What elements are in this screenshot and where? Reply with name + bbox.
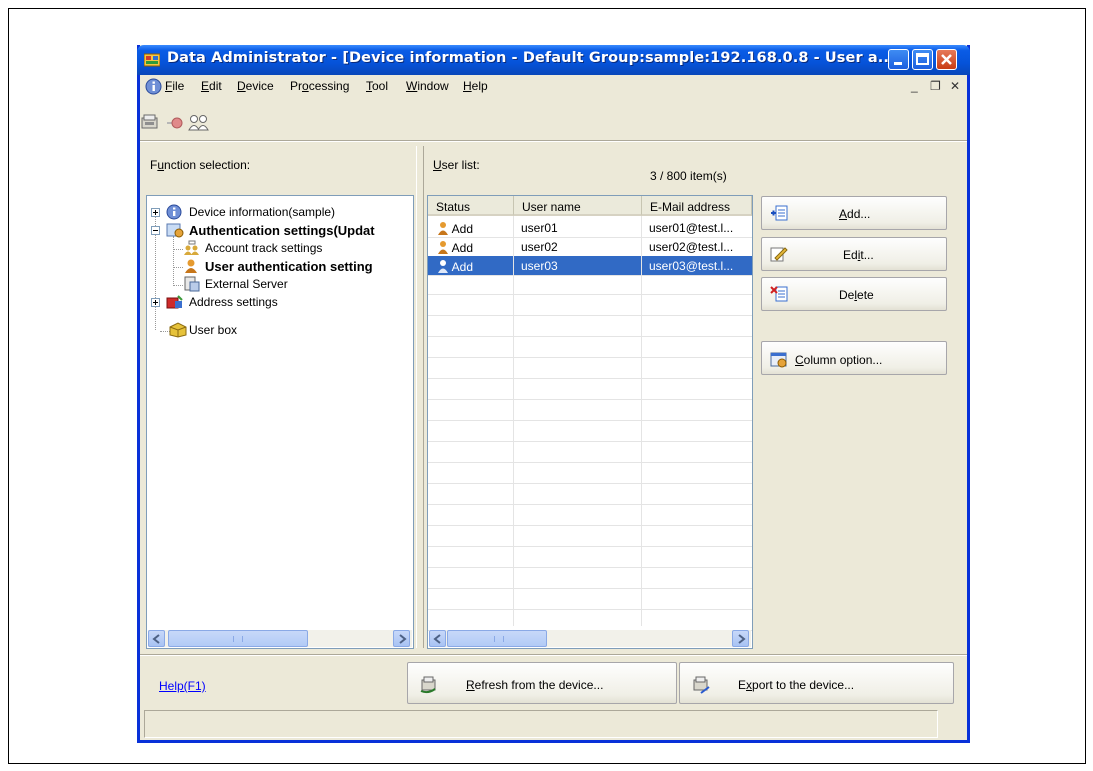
- tree-item-device-information[interactable]: Device information(sample): [151, 204, 411, 220]
- mdi-minimize-button[interactable]: _: [911, 79, 918, 93]
- collapse-icon[interactable]: [151, 226, 160, 235]
- export-to-device-button[interactable]: Export to the device...: [679, 662, 954, 704]
- export-icon: [691, 676, 711, 697]
- menu-device[interactable]: Device: [237, 79, 274, 93]
- user-icon: [438, 241, 448, 254]
- status-bar: [144, 710, 938, 738]
- scroll-left-arrow-icon[interactable]: [429, 630, 446, 647]
- tree-item-label: External Server: [205, 277, 288, 291]
- menu-tool[interactable]: Tool: [366, 79, 388, 93]
- user-row-selected[interactable]: Add user03 user03@test.l...: [428, 256, 752, 276]
- help-link[interactable]: Help(F1): [159, 679, 206, 693]
- tree-item-authentication-settings[interactable]: Authentication settings(Updat: [151, 222, 413, 238]
- scroll-thumb[interactable]: [168, 630, 308, 647]
- user-row[interactable]: Add user02 user02@test.l...: [428, 237, 752, 257]
- menu-processing[interactable]: Processing: [290, 79, 349, 93]
- menu-bar: File Edit Device Processing Tool Window …: [140, 75, 967, 97]
- email-cell: user02@test.l...: [649, 240, 734, 254]
- user-name-cell: user03: [514, 256, 641, 275]
- tree-item-account-track[interactable]: Account track settings: [183, 240, 413, 256]
- status-cell: Add: [428, 256, 513, 275]
- column-option-icon: [770, 352, 788, 371]
- address-icon: [166, 294, 184, 313]
- scroll-thumb[interactable]: [447, 630, 547, 647]
- menu-help[interactable]: Help: [463, 79, 488, 93]
- add-button[interactable]: Add...: [761, 196, 947, 230]
- user-icon: [183, 258, 199, 274]
- tree-item-label: User box: [189, 323, 238, 337]
- server-icon: [183, 276, 201, 295]
- function-tree[interactable]: Device information(sample) Authenticatio…: [146, 195, 414, 649]
- item-count-label: 3 / 800 item(s): [650, 169, 727, 183]
- expand-icon[interactable]: [151, 298, 160, 307]
- tree-item-address-settings[interactable]: Address settings: [151, 294, 411, 310]
- list-horizontal-scrollbar[interactable]: [429, 630, 751, 647]
- menu-file[interactable]: File: [165, 79, 184, 93]
- refresh-icon: [419, 676, 439, 697]
- close-button[interactable]: [936, 49, 957, 70]
- email-cell: user01@test.l...: [649, 221, 734, 235]
- user-icon: [438, 222, 448, 235]
- bottom-separator: [140, 654, 967, 656]
- function-selection-label: Function selection:: [150, 158, 251, 172]
- scroll-left-arrow-icon[interactable]: [148, 630, 165, 647]
- column-option-button[interactable]: Column option...: [761, 341, 947, 375]
- pane-splitter[interactable]: [416, 146, 424, 648]
- edit-icon: [770, 246, 788, 265]
- device-icon[interactable]: [140, 114, 160, 135]
- tree-item-user-authentication[interactable]: User authentication setting: [183, 258, 413, 274]
- menu-window[interactable]: Window: [406, 79, 449, 93]
- user-list-label: User list:: [433, 158, 480, 172]
- column-header-email[interactable]: E-Mail address: [642, 196, 752, 216]
- delete-button[interactable]: Delete: [761, 277, 947, 311]
- info-icon: [166, 204, 182, 223]
- tree-item-label: Account track settings: [205, 241, 323, 255]
- expand-icon[interactable]: [151, 208, 160, 217]
- toolbar: [140, 112, 967, 136]
- tree-item-external-server[interactable]: External Server: [183, 276, 413, 292]
- scroll-right-arrow-icon[interactable]: [732, 630, 749, 647]
- user-icon: [438, 260, 448, 273]
- tree-horizontal-scrollbar[interactable]: [148, 630, 412, 647]
- user-name-cell: user01: [521, 221, 558, 235]
- box-icon: [169, 322, 187, 341]
- toolbar-separator: [140, 140, 967, 142]
- connect-icon[interactable]: [165, 114, 185, 135]
- status-cell: Add: [429, 237, 513, 256]
- user-list-view[interactable]: Status User name E-Mail address Add user…: [427, 195, 753, 649]
- menu-edit[interactable]: Edit: [201, 79, 222, 93]
- account-track-icon: [183, 240, 201, 259]
- minimize-button[interactable]: [888, 49, 909, 70]
- add-icon: [770, 205, 788, 224]
- document-info-icon[interactable]: [145, 78, 162, 98]
- column-header-user-name[interactable]: User name: [514, 196, 642, 216]
- maximize-button[interactable]: [912, 49, 933, 70]
- mdi-restore-button[interactable]: ❐: [930, 79, 941, 93]
- tree-item-label: Authentication settings(Updat: [189, 223, 375, 238]
- mdi-close-button[interactable]: ✕: [950, 79, 960, 93]
- window-title: Data Administrator - [Device information…: [167, 50, 895, 66]
- tree-item-label: Device information(sample): [189, 205, 336, 219]
- delete-icon: [770, 286, 788, 305]
- edit-button[interactable]: Edit...: [761, 237, 947, 271]
- refresh-from-device-button[interactable]: Refresh from the device...: [407, 662, 677, 704]
- column-header-status[interactable]: Status: [428, 196, 514, 216]
- tree-item-label: Address settings: [189, 295, 278, 309]
- user-row[interactable]: Add user01 user01@test.l...: [428, 218, 752, 238]
- scroll-right-arrow-icon[interactable]: [393, 630, 410, 647]
- user-name-cell: user02: [521, 240, 558, 254]
- title-bar[interactable]: Data Administrator - [Device information…: [137, 45, 970, 75]
- users-icon[interactable]: [187, 114, 211, 135]
- auth-settings-icon: [166, 222, 184, 241]
- app-icon: [143, 52, 161, 68]
- email-cell: user03@test.l...: [642, 256, 752, 275]
- tree-item-label: User authentication setting: [205, 259, 373, 274]
- status-cell: Add: [429, 218, 513, 237]
- tree-item-user-box[interactable]: User box: [169, 322, 409, 338]
